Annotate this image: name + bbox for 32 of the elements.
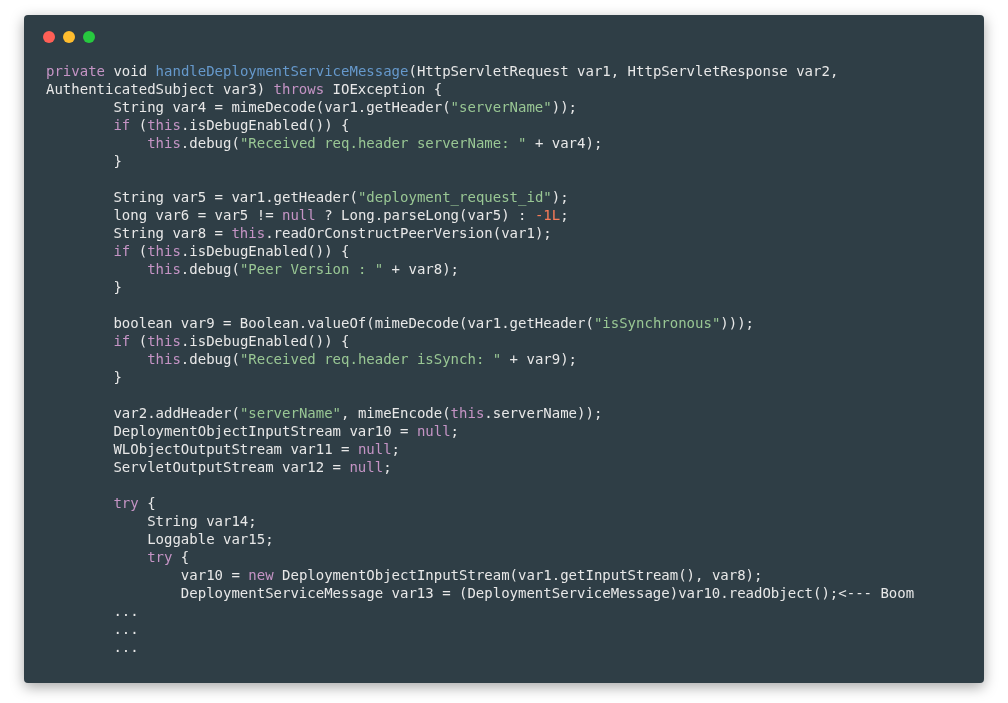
code-line: if (this.isDebugEnabled()) { bbox=[112, 116, 350, 134]
code-line: try { bbox=[112, 494, 156, 512]
code-line: private void handleDeploymentServiceMessage(HttpServletRequest var1, HttpServletResponse var2, bbox=[46, 62, 839, 80]
code-line: boolean var9 = Boolean.valueOf(mimeDecode(var1.getHeader("isSynchronous"))); bbox=[112, 314, 755, 332]
code-line: } bbox=[112, 278, 122, 296]
code-line: ... bbox=[112, 638, 139, 656]
code-line: String var5 = var1.getHeader("deployment_request_id"); bbox=[112, 188, 569, 206]
code-line: DeploymentObjectInputStream var10 = null; bbox=[112, 422, 460, 440]
window-close-button[interactable] bbox=[43, 31, 55, 43]
code-line: this.debug("Received req.header isSynch: " + var9); bbox=[146, 350, 578, 368]
window-minimize-button[interactable] bbox=[63, 31, 75, 43]
code-line: } bbox=[112, 152, 122, 170]
code-line: String var8 = this.readOrConstructPeerVersion(var1); bbox=[112, 224, 552, 242]
code-line: } bbox=[112, 368, 122, 386]
code-line: var2.addHeader("serverName", mimeEncode(this.serverName)); bbox=[112, 404, 603, 422]
code-line: String var4 = mimeDecode(var1.getHeader("serverName")); bbox=[112, 98, 578, 116]
code-line: ... bbox=[112, 620, 139, 638]
code-line: ... bbox=[112, 602, 139, 620]
code-line: try { bbox=[146, 548, 190, 566]
code-line: ServletOutputStream var12 = null; bbox=[112, 458, 392, 476]
code-line: if (this.isDebugEnabled()) { bbox=[112, 242, 350, 260]
code-line: long var6 = var5 != null ? Long.parseLong(var5) : -1L; bbox=[112, 206, 569, 224]
code-line: DeploymentServiceMessage var13 = (DeploymentServiceMessage)var10.readObject();<--- Boom bbox=[179, 584, 915, 602]
code-line: AuthenticatedSubject var3) throws IOException { bbox=[46, 80, 443, 98]
code-line: String var14; bbox=[146, 512, 257, 530]
code-line: var10 = new DeploymentObjectInputStream(var1.getInputStream(), var8); bbox=[179, 566, 763, 584]
code-line: this.debug("Peer Version : " + var8); bbox=[146, 260, 460, 278]
code-line: if (this.isDebugEnabled()) { bbox=[112, 332, 350, 350]
window-zoom-button[interactable] bbox=[83, 31, 95, 43]
code-line: this.debug("Received req.header serverName: " + var4); bbox=[146, 134, 603, 152]
code-line: Loggable var15; bbox=[146, 530, 274, 548]
code-line: WLObjectOutputStream var11 = null; bbox=[112, 440, 401, 458]
